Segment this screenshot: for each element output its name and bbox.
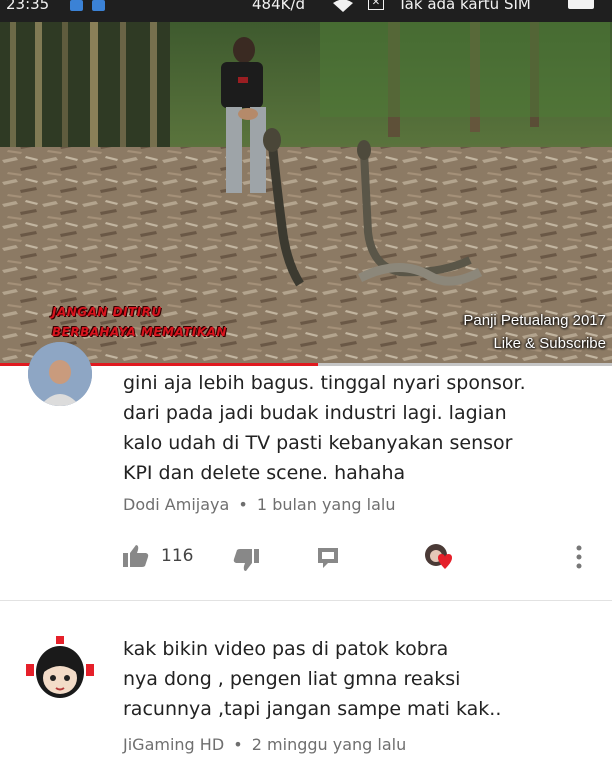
video-progress-bar[interactable]	[0, 363, 612, 366]
cartoon-avatar-icon	[26, 636, 94, 698]
video-player[interactable]: JANGAN DITIRU BERBAHAYA MEMATIKAN Panji …	[0, 22, 612, 366]
comment-author[interactable]: JiGaming HD	[123, 735, 224, 754]
status-time: 23:35	[6, 0, 50, 13]
comment-line: kak bikin video pas di patok kobra	[123, 638, 449, 660]
status-bar: 23:35 484K/d ✕ Tak ada kartu SIM	[0, 0, 612, 22]
avatar[interactable]	[28, 342, 92, 406]
comment-line: gini aja lebih bagus. tinggal nyari spon…	[123, 372, 526, 394]
video-watermark-line2: Like & Subscribe	[493, 335, 606, 352]
comment-meta: JiGaming HD • 2 minggu yang lalu	[123, 735, 406, 754]
notification-icon	[92, 0, 105, 11]
video-watermark-line1: Panji Petualang 2017	[463, 312, 606, 329]
carrier-text: Tak ada kartu SIM	[398, 0, 531, 13]
comment-line: dari pada jadi budak industri lagi. lagi…	[123, 402, 507, 424]
comment-line: racunnya ,tapi jangan sampe mati kak..	[123, 698, 502, 720]
battery-icon	[568, 0, 594, 9]
thumbs-down-icon[interactable]	[233, 548, 259, 576]
comment-meta: Dodi Amijaya • 1 bulan yang lalu	[123, 495, 395, 514]
comment-body: gini aja lebih bagus. tinggal nyari spon…	[123, 368, 603, 488]
comment-body: kak bikin video pas di patok kobra nya d…	[123, 634, 603, 724]
thumbs-up-icon[interactable]	[123, 544, 149, 572]
meta-separator: •	[233, 735, 243, 754]
wifi-icon	[332, 0, 354, 16]
comment-time: 2 minggu yang lalu	[251, 735, 407, 754]
comment-line: kalo udah di TV pasti kebanyakan sensor	[123, 432, 513, 454]
user-avatar-icon	[28, 342, 92, 406]
comment-actions: 116	[123, 540, 603, 576]
comment-author[interactable]: Dodi Amijaya	[123, 495, 229, 514]
avatar[interactable]	[26, 636, 94, 704]
meta-separator: •	[238, 495, 248, 514]
reply-icon[interactable]	[316, 546, 340, 574]
comment-time: 1 bulan yang lalu	[256, 495, 396, 514]
no-sim-icon: ✕	[368, 0, 384, 10]
creator-heart-icon	[423, 542, 455, 578]
comment-line: nya dong , pengen liat gmna reaksi	[123, 668, 461, 690]
more-options-icon[interactable]	[575, 544, 583, 574]
video-warning-text-line2: BERBAHAYA MEMATIKAN	[52, 325, 227, 339]
comment-line: KPI dan delete scene. hahaha	[123, 462, 406, 484]
network-speed: 484K/d	[252, 0, 306, 13]
comment-divider	[0, 600, 612, 601]
shield-notification-icon	[70, 0, 83, 11]
video-warning-text-line1: JANGAN DITIRU	[52, 305, 162, 319]
like-count: 116	[161, 546, 194, 566]
